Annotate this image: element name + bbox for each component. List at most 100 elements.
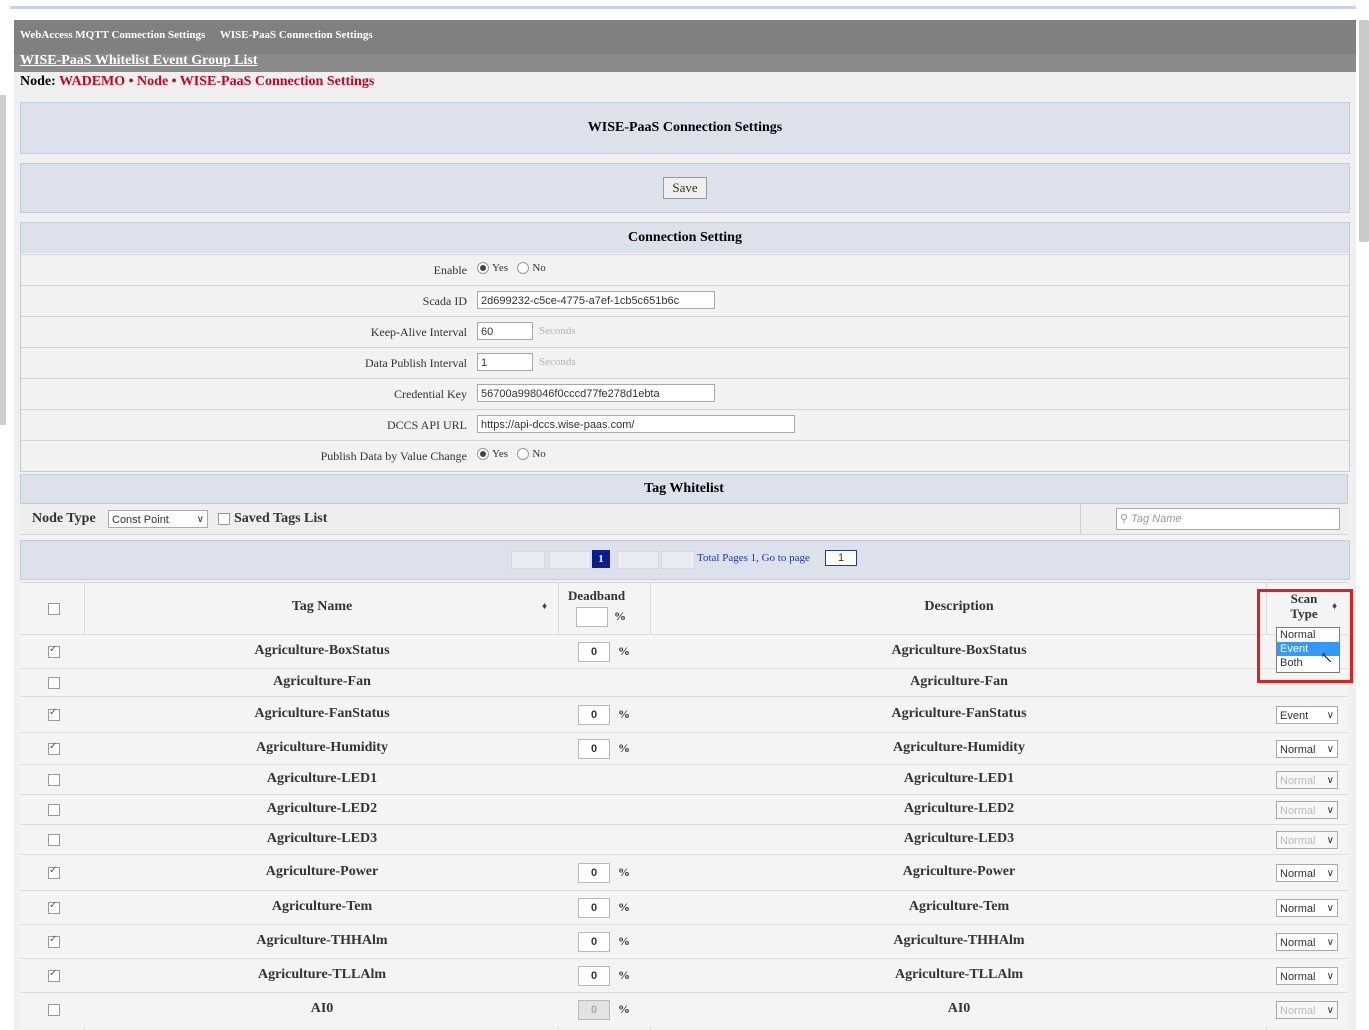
deadband-input[interactable]: 0 xyxy=(578,898,610,918)
scan-type-select[interactable]: Normal ∨ xyxy=(1276,899,1338,917)
pubchange-no-radio[interactable] xyxy=(517,447,530,460)
row-checkbox[interactable] xyxy=(48,968,60,982)
node-type-select[interactable]: Const Point ∨ xyxy=(108,510,208,528)
deadband-cell: 0% xyxy=(578,863,658,883)
pager-goto-input[interactable]: 1 xyxy=(825,550,857,566)
deadband-input[interactable]: 0 xyxy=(578,966,610,986)
pager-first-button[interactable] xyxy=(511,551,545,569)
table-row[interactable]: Agriculture-Fan Agriculture-Fan xyxy=(20,668,1348,697)
scan-type-select[interactable]: Normal ∨ xyxy=(1276,740,1338,758)
pager-bar: 1 Total Pages 1, Go to page 1 xyxy=(20,540,1350,580)
chevron-down-icon: ∨ xyxy=(1326,835,1334,846)
deadband-input[interactable]: 0 xyxy=(578,739,610,759)
scada-label: Scada ID xyxy=(422,294,467,308)
row-checkbox[interactable] xyxy=(48,865,60,879)
scan-type-select[interactable]: Normal ∨ xyxy=(1276,967,1338,985)
table-row[interactable]: Agriculture-Tem 0% Agriculture-Tem Normal ∨ xyxy=(20,890,1348,925)
row-checkbox[interactable] xyxy=(48,741,60,755)
deadband-input[interactable]: 0 xyxy=(578,642,610,662)
scada-id-field[interactable]: 2d699232-c5ce-4775-a7ef-1cb5c651b6c xyxy=(477,291,715,309)
row-checkbox[interactable] xyxy=(48,774,60,786)
table-row[interactable]: Agriculture-FanStatus 0% Agriculture-FanSt… xyxy=(20,696,1348,733)
table-row[interactable]: Agriculture-Humidity 0% Agriculture-Humidi… xyxy=(20,732,1348,765)
scan-type-value: Normal xyxy=(1280,805,1316,817)
saved-tags-checkbox[interactable] xyxy=(218,513,230,525)
deadband-percent: % xyxy=(618,933,630,948)
scan-type-select[interactable]: Normal ∨ xyxy=(1276,831,1338,849)
select-all-checkbox[interactable] xyxy=(48,603,60,615)
table-row[interactable]: Agriculture-TLLAlm 0% Agriculture-TLLAlm No… xyxy=(20,958,1348,993)
table-row[interactable]: Agriculture-LED1 Agriculture-LED1 Normal ∨ xyxy=(20,764,1348,795)
breadcrumb: Node: WADEMO • Node • WISE-PaaS Connecti… xyxy=(20,74,374,90)
deadband-percent: % xyxy=(618,864,630,879)
dccs-label: DCCS API URL xyxy=(386,418,467,432)
deadband-input[interactable]: 0 xyxy=(578,932,610,952)
scan-type-select[interactable]: Normal ∨ xyxy=(1276,933,1338,951)
table-row[interactable]: Agriculture-BoxStatus 0% Agriculture-BoxSt… xyxy=(20,634,1348,669)
dccs-url-field[interactable]: https://api-dccs.wise-paas.com/ xyxy=(477,415,795,433)
save-bar: Save xyxy=(20,163,1350,213)
description-cell: Agriculture-LED1 xyxy=(903,771,1015,786)
enable-yes-radio[interactable] xyxy=(477,261,489,274)
deadband-cell: 0% xyxy=(578,898,658,918)
row-checkbox[interactable] xyxy=(48,1004,60,1016)
pager-current-page[interactable]: 1 xyxy=(592,550,610,568)
nav-link-wisepaas[interactable]: WISE-PaaS Connection Settings xyxy=(220,29,373,41)
table-row[interactable]: Agriculture-THHAlm 0% Agriculture-THHAlm No… xyxy=(20,924,1348,959)
col-tagname-header[interactable]: Tag Name xyxy=(86,599,558,615)
deadband-input[interactable]: 0 xyxy=(578,705,610,725)
tag-name-cell: Agriculture-LED3 xyxy=(266,831,378,846)
row-checkbox[interactable] xyxy=(48,900,60,914)
publish-interval-field[interactable]: 1 xyxy=(477,353,533,371)
scan-type-value: Event xyxy=(1280,710,1309,722)
scan-type-select[interactable]: Normal ∨ xyxy=(1276,864,1338,882)
row-checkbox[interactable] xyxy=(48,804,60,816)
scan-type-value: Normal xyxy=(1280,1005,1316,1017)
page: WebAccess MQTT Connection Settings WISE-… xyxy=(14,20,1356,1030)
enable-no-radio[interactable] xyxy=(517,261,530,274)
deadband-percent: % xyxy=(618,706,630,721)
col-deadband-header: Deadband xyxy=(568,588,626,603)
pubchange-yes-radio[interactable] xyxy=(477,447,489,460)
chevron-down-icon: ∨ xyxy=(1326,710,1334,721)
save-button[interactable]: Save xyxy=(663,177,707,199)
breadcrumb-path[interactable]: WADEMO • Node • WISE-PaaS Connection Set… xyxy=(59,74,374,89)
page-scrollbar[interactable] xyxy=(1359,20,1369,242)
nav-link-mqtt[interactable]: WebAccess MQTT Connection Settings xyxy=(20,29,205,41)
row-checkbox[interactable] xyxy=(48,934,60,948)
row-checkbox[interactable] xyxy=(48,707,60,721)
table-row[interactable]: AI0 0% AI0 Normal ∨ xyxy=(20,992,1348,1027)
sort-icon[interactable]: ♦ xyxy=(542,601,547,612)
row-checkbox[interactable] xyxy=(48,677,60,689)
description-cell: Agriculture-FanStatus xyxy=(891,706,1027,721)
dropdown-option-normal[interactable]: Normal xyxy=(1277,628,1339,642)
deadband-input[interactable]: 0 xyxy=(578,1000,610,1020)
scan-type-select[interactable]: Event ∨ xyxy=(1276,706,1338,724)
pager-prev-button[interactable] xyxy=(549,551,591,569)
row-checkbox[interactable] xyxy=(48,834,60,846)
description-cell: Agriculture-BoxStatus xyxy=(891,643,1027,658)
pager-last-button[interactable] xyxy=(661,551,695,569)
enable-row: Enable Yes No xyxy=(21,254,1349,285)
scan-type-select[interactable]: Normal ∨ xyxy=(1276,771,1338,789)
scada-row: Scada ID 2d699232-c5ce-4775-a7ef-1cb5c65… xyxy=(21,285,1349,316)
deadband-header-percent: % xyxy=(614,609,626,623)
tag-search-input[interactable]: ⚲ Tag Name xyxy=(1116,508,1340,530)
keepalive-unit: Seconds xyxy=(539,325,576,338)
keepalive-field[interactable]: 60 xyxy=(477,322,533,340)
deadband-all-input[interactable] xyxy=(576,607,608,627)
table-row[interactable]: Agriculture-LED2 Agriculture-LED2 Normal ∨ xyxy=(20,794,1348,825)
table-row[interactable]: Agriculture-LED3 Agriculture-LED3 Normal ∨ xyxy=(20,824,1348,855)
chevron-down-icon: ∨ xyxy=(1326,937,1334,948)
left-edge xyxy=(0,95,6,425)
scan-type-select[interactable]: Normal ∨ xyxy=(1276,801,1338,819)
deadband-input[interactable]: 0 xyxy=(578,863,610,883)
nav-link-whitelist[interactable]: WISE-PaaS Whitelist Event Group List xyxy=(20,53,258,69)
pager-next-button[interactable] xyxy=(617,551,659,569)
credential-label: Credential Key xyxy=(394,387,467,401)
chevron-down-icon: ∨ xyxy=(196,514,204,525)
scan-type-select[interactable]: Normal ∨ xyxy=(1276,1001,1338,1019)
row-checkbox[interactable] xyxy=(48,644,60,658)
credential-key-field[interactable]: 56700a998046f0cccd77fe278d1ebta xyxy=(477,384,715,402)
table-row[interactable]: Agriculture-Power 0% Agriculture-Power Norm… xyxy=(20,854,1348,891)
